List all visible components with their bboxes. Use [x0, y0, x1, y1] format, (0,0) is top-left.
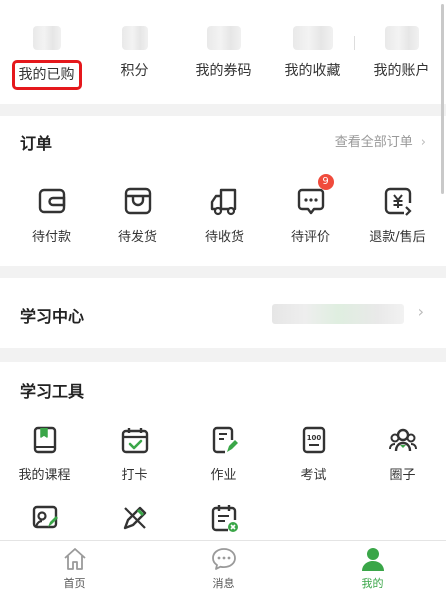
tool-label: 圈子	[389, 468, 416, 483]
tool-check-in[interactable]: 打卡	[90, 424, 179, 483]
chevron-right-icon: ›	[420, 135, 426, 150]
refund-icon	[381, 184, 415, 218]
learning-center-row[interactable]: 学习中心 ›	[0, 278, 446, 348]
homework-icon	[208, 424, 240, 456]
order-pending-shipment[interactable]: 待发货	[93, 184, 182, 245]
tab-home[interactable]: 首页	[0, 545, 149, 591]
stat-label: 我的账户	[373, 63, 430, 79]
tool-pencil-ruler[interactable]	[90, 502, 179, 542]
order-label: 待评价	[290, 230, 330, 245]
order-label: 退款/售后	[369, 230, 426, 245]
stat-value-blurred	[121, 26, 148, 50]
tool-label: 我的课程	[18, 468, 71, 483]
home-icon	[61, 545, 89, 573]
stat-value-blurred	[32, 26, 61, 50]
orders-section: 订单 查看全部订单 › 待付款 待发货 待收货 9 待评价 退款/售后	[0, 116, 446, 266]
learning-center-value-blurred	[272, 304, 404, 324]
learning-center-title: 学习中心	[20, 307, 85, 326]
tool-label: 作业	[210, 468, 237, 483]
order-label: 待付款	[31, 230, 71, 245]
order-label: 待发货	[117, 230, 157, 245]
stat-value-blurred	[292, 26, 333, 50]
stat-points[interactable]: 积分	[90, 26, 179, 81]
order-refund[interactable]: 退款/售后	[353, 184, 442, 245]
pencil-ruler-icon	[119, 502, 151, 534]
tool-label: 考试	[300, 468, 327, 483]
stat-value-blurred	[206, 26, 241, 50]
tab-label: 消息	[212, 577, 235, 590]
review-count-badge: 9	[317, 174, 334, 190]
user-edit-icon	[29, 502, 61, 534]
tool-calendar-cancel[interactable]	[179, 502, 268, 542]
message-icon	[210, 545, 238, 573]
tool-homework[interactable]: 作业	[179, 424, 268, 483]
truck-icon	[208, 184, 242, 218]
order-label: 待收货	[204, 230, 244, 245]
tab-label: 我的	[361, 577, 384, 590]
profile-icon	[359, 545, 387, 573]
wallet-icon	[35, 184, 69, 218]
comment-icon: 9	[294, 174, 334, 218]
tool-my-courses[interactable]: 我的课程	[0, 424, 89, 483]
calendar-check-icon	[119, 424, 151, 456]
learning-tools-title: 学习工具	[20, 382, 85, 401]
stat-favorites[interactable]: 我的收藏	[268, 26, 357, 81]
exam-icon: 100	[298, 424, 330, 456]
tool-circle[interactable]: 圈子	[358, 424, 446, 483]
divider	[354, 36, 355, 50]
profile-page: 我的已购 积分 我的券码 我的收藏 我的账户 订单 查看全部订单 › 待付款 待…	[0, 0, 446, 600]
box-icon	[121, 184, 155, 218]
svg-text:100: 100	[306, 434, 321, 442]
scrollbar[interactable]	[441, 4, 444, 194]
chevron-right-icon: ›	[417, 302, 424, 321]
view-all-orders-link[interactable]: 查看全部订单 ›	[335, 131, 426, 150]
order-pending-review[interactable]: 9 待评价	[266, 174, 355, 245]
group-icon	[387, 424, 419, 456]
tab-me[interactable]: 我的	[298, 545, 446, 591]
orders-title: 订单	[20, 134, 53, 153]
order-pending-payment[interactable]: 待付款	[7, 184, 96, 245]
tool-profile-edit[interactable]	[0, 502, 89, 542]
stat-account[interactable]: 我的账户	[357, 26, 446, 81]
stat-label: 我的券码	[195, 63, 252, 79]
calendar-cancel-icon	[208, 502, 240, 534]
stat-label: 积分	[120, 63, 149, 79]
bottom-tab-bar: 首页 消息 我的	[0, 540, 446, 600]
stat-label: 我的已购	[11, 60, 82, 90]
learning-tools-section: 学习工具 我的课程 打卡 作业 100 考试 圈子	[0, 362, 446, 542]
stat-value-blurred	[384, 26, 419, 50]
stats-row: 我的已购 积分 我的券码 我的收藏 我的账户	[0, 0, 446, 104]
stat-purchased[interactable]: 我的已购	[2, 26, 91, 90]
stat-coupons[interactable]: 我的券码	[179, 26, 268, 81]
tab-label: 首页	[63, 577, 86, 590]
stat-label: 我的收藏	[284, 63, 341, 79]
book-icon	[29, 424, 61, 456]
tool-exam[interactable]: 100 考试	[269, 424, 358, 483]
tab-messages[interactable]: 消息	[149, 545, 298, 591]
tool-label: 打卡	[121, 468, 148, 483]
order-pending-receipt[interactable]: 待收货	[180, 184, 269, 245]
view-all-orders-label: 查看全部订单	[334, 135, 413, 150]
